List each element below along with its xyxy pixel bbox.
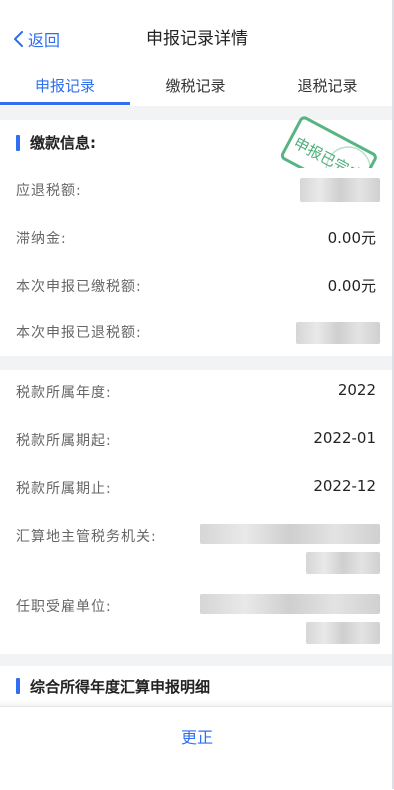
late-fee-value: 0.00元 [327, 229, 376, 247]
record-tabs: 申报记录 缴税记录 退税记录 [0, 70, 394, 106]
section-divider [0, 654, 394, 666]
row-employer: 任职受雇单位: [0, 584, 394, 654]
paid-amount-value: 0.00元 [327, 277, 376, 295]
row-refund-due: 应退税额: [0, 168, 394, 212]
page-title: 申报记录详情 [146, 29, 248, 49]
tax-authority-label: 汇算地主管税务机关: [16, 529, 157, 545]
active-tab-indicator [0, 102, 130, 105]
employer-label: 任职受雇单位: [16, 599, 112, 615]
row-period-start: 税款所属期起: 2022-01 [0, 418, 394, 462]
tab-tax-refund-records[interactable]: 退税记录 [261, 70, 394, 106]
period-end-value: 2022-12 [313, 477, 376, 495]
refunded-amount-redacted-value [296, 322, 380, 344]
row-paid-amount: 本次申报已缴税额: 0.00元 [0, 264, 394, 308]
refunded-amount-label: 本次申报已退税额: [16, 325, 142, 341]
refund-due-label: 应退税额: [16, 183, 82, 199]
annual-settlement-detail-title: 综合所得年度汇算申报明细 [30, 677, 211, 696]
period-start-value: 2022-01 [313, 429, 376, 447]
tax-authority-redacted-line-2 [306, 552, 380, 574]
tax-authority-redacted-line-1 [200, 524, 380, 544]
paid-amount-label: 本次申报已缴税额: [16, 279, 142, 295]
employer-redacted-line-1 [200, 594, 380, 614]
row-tax-year: 税款所属年度: 2022 [0, 370, 394, 414]
top-navigation-bar: 返回 申报记录详情 [0, 0, 394, 70]
section-divider [0, 106, 394, 120]
tax-year-label: 税款所属年度: [16, 385, 112, 401]
section-marker [16, 134, 20, 151]
refund-due-redacted-value [300, 178, 380, 202]
tab-tax-payment-records[interactable]: 缴税记录 [130, 70, 261, 106]
row-period-end: 税款所属期止: 2022-12 [0, 466, 394, 510]
tab-declaration-records[interactable]: 申报记录 [0, 70, 130, 106]
row-refunded-amount: 本次申报已退税额: [0, 310, 394, 354]
row-late-fee: 滞纳金: 0.00元 [0, 216, 394, 260]
employer-redacted-line-2 [306, 622, 380, 644]
payment-info-title: 缴款信息: [30, 134, 96, 152]
section-divider [0, 356, 394, 370]
row-tax-authority: 汇算地主管税务机关: [0, 514, 394, 584]
tax-year-value: 2022 [337, 381, 376, 399]
correct-button[interactable]: 更正 [0, 706, 394, 770]
period-start-label: 税款所属期起: [16, 433, 112, 449]
late-fee-label: 滞纳金: [16, 231, 67, 247]
period-end-label: 税款所属期止: [16, 481, 112, 497]
section-marker [16, 678, 20, 694]
